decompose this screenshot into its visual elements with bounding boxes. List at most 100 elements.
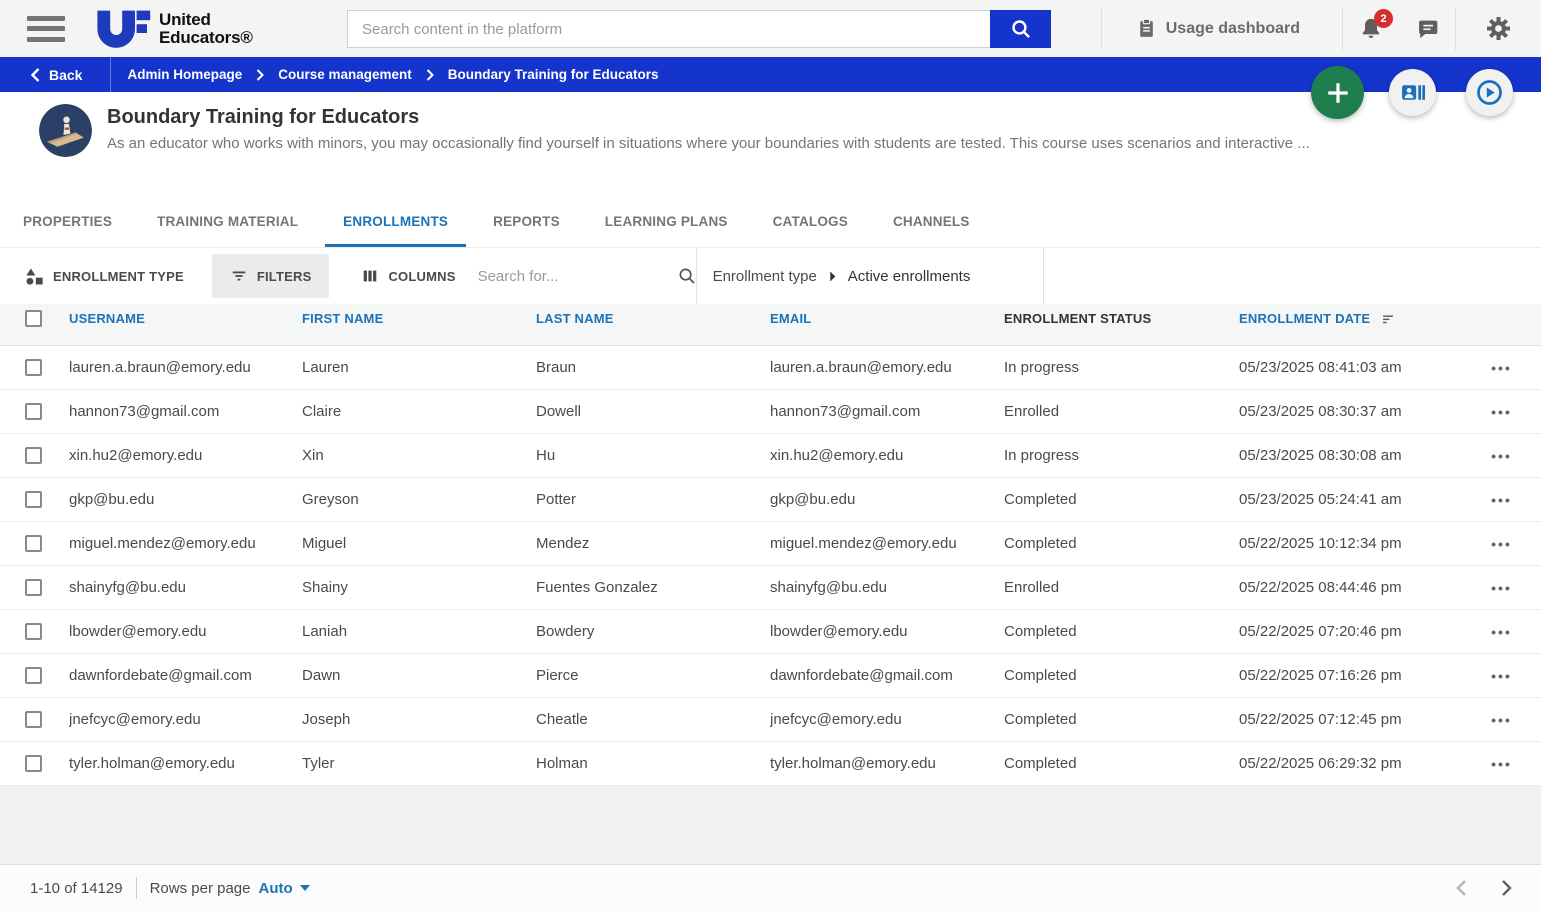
column-header[interactable]: LAST NAME bbox=[536, 311, 770, 326]
play-course-button[interactable] bbox=[1466, 69, 1513, 116]
cell-first-name: Laniah bbox=[302, 623, 348, 640]
course-avatar bbox=[39, 104, 92, 157]
row-menu-button[interactable]: ••• bbox=[1483, 530, 1520, 558]
course-tab[interactable]: CATALOGS bbox=[755, 195, 866, 247]
cell-last-name: Hu bbox=[536, 447, 556, 464]
row-menu-button[interactable]: ••• bbox=[1483, 662, 1520, 690]
next-page-button[interactable] bbox=[1495, 873, 1519, 903]
cell-last-name: Bowdery bbox=[536, 623, 595, 640]
breadcrumb-item[interactable]: Admin Homepage bbox=[127, 67, 242, 82]
table-row[interactable]: hannon73@gmail.com Claire Dowell hannon7… bbox=[0, 390, 1541, 434]
row-checkbox[interactable] bbox=[25, 535, 42, 552]
cell-username: gkp@bu.edu bbox=[69, 491, 155, 508]
row-menu-button[interactable]: ••• bbox=[1483, 706, 1520, 734]
column-header[interactable]: EMAIL bbox=[770, 311, 1004, 326]
brand-logo-text: United Educators® bbox=[159, 9, 253, 47]
global-search bbox=[347, 10, 1051, 48]
table-row[interactable]: tyler.holman@emory.edu Tyler Holman tyle… bbox=[0, 742, 1541, 786]
cell-last-name: Cheatle bbox=[536, 711, 588, 728]
brand-logo: United Educators® bbox=[95, 7, 253, 51]
enrollments-panel-button[interactable] bbox=[1389, 69, 1436, 116]
column-header[interactable]: ENROLLMENT DATE bbox=[1239, 311, 1462, 326]
row-checkbox[interactable] bbox=[25, 447, 42, 464]
notification-badge: 2 bbox=[1374, 9, 1393, 28]
row-checkbox[interactable] bbox=[25, 623, 42, 640]
cell-enrollment-status: In progress bbox=[1004, 359, 1080, 376]
table-row[interactable]: miguel.mendez@emory.edu Miguel Mendez mi… bbox=[0, 522, 1541, 566]
divider bbox=[1042, 248, 1044, 304]
course-tab[interactable]: REPORTS bbox=[475, 195, 578, 247]
usage-dashboard-button[interactable]: Usage dashboard bbox=[1102, 0, 1342, 57]
row-menu-button[interactable]: ••• bbox=[1483, 486, 1520, 514]
filter-path-parent[interactable]: Enrollment type bbox=[713, 268, 817, 285]
column-header[interactable]: FIRST NAME bbox=[302, 311, 536, 326]
course-tab[interactable]: LEARNING PLANS bbox=[587, 195, 746, 247]
column-header[interactable]: USERNAME bbox=[69, 311, 302, 326]
row-checkbox[interactable] bbox=[25, 359, 42, 376]
pager bbox=[1449, 873, 1519, 903]
cell-username: jnefcyc@emory.edu bbox=[69, 711, 201, 728]
global-search-button[interactable] bbox=[990, 10, 1051, 48]
table-body: lauren.a.braun@emory.edu Lauren Braun la… bbox=[0, 346, 1541, 786]
search-icon bbox=[1010, 18, 1032, 40]
enrollment-type-button[interactable]: ENROLLMENT TYPE bbox=[25, 267, 184, 286]
cell-email: lauren.a.braun@emory.edu bbox=[770, 359, 952, 376]
top-header: United Educators® Usage dashboard bbox=[0, 0, 1541, 57]
row-checkbox[interactable] bbox=[25, 579, 42, 596]
divider bbox=[110, 57, 112, 92]
hamburger-menu-icon[interactable] bbox=[27, 15, 65, 42]
sort-icon[interactable] bbox=[1380, 312, 1396, 326]
filter-path-child[interactable]: Active enrollments bbox=[848, 268, 971, 285]
cell-enrollment-date: 05/22/2025 10:12:34 pm bbox=[1239, 535, 1402, 552]
course-tab[interactable]: ENROLLMENTS bbox=[325, 195, 467, 247]
chevron-left-icon bbox=[30, 67, 40, 82]
notifications-button[interactable]: 2 bbox=[1343, 0, 1399, 57]
rows-per-page-select[interactable]: Auto bbox=[258, 880, 310, 897]
previous-page-button[interactable] bbox=[1449, 873, 1473, 903]
course-tab[interactable]: CHANNELS bbox=[875, 195, 988, 247]
back-button[interactable]: Back bbox=[0, 57, 110, 92]
search-icon[interactable] bbox=[677, 266, 697, 286]
row-menu-button[interactable]: ••• bbox=[1483, 574, 1520, 602]
rows-per-page-label: Rows per page bbox=[149, 879, 251, 897]
row-checkbox[interactable] bbox=[25, 491, 42, 508]
usage-dashboard-label: Usage dashboard bbox=[1165, 19, 1300, 37]
cell-email: lbowder@emory.edu bbox=[770, 623, 908, 640]
table-row[interactable]: jnefcyc@emory.edu Joseph Cheatle jnefcyc… bbox=[0, 698, 1541, 742]
cell-enrollment-status: Completed bbox=[1004, 491, 1077, 508]
cell-username: lauren.a.braun@emory.edu bbox=[69, 359, 251, 376]
table-row[interactable]: gkp@bu.edu Greyson Potter gkp@bu.edu Com… bbox=[0, 478, 1541, 522]
settings-button[interactable] bbox=[1456, 0, 1541, 57]
course-tab[interactable]: TRAINING MATERIAL bbox=[139, 195, 316, 247]
chevron-right-icon bbox=[829, 271, 836, 282]
course-tab[interactable]: PROPERTIES bbox=[5, 195, 130, 247]
row-checkbox[interactable] bbox=[25, 755, 42, 772]
cell-enrollment-date: 05/22/2025 07:20:46 pm bbox=[1239, 623, 1402, 640]
column-header[interactable]: ENROLLMENT STATUS bbox=[1004, 311, 1239, 326]
row-menu-button[interactable]: ••• bbox=[1483, 398, 1520, 426]
row-menu-button[interactable]: ••• bbox=[1483, 442, 1520, 470]
table-row[interactable]: lauren.a.braun@emory.edu Lauren Braun la… bbox=[0, 346, 1541, 390]
breadcrumb-item[interactable]: Boundary Training for Educators bbox=[412, 67, 659, 82]
row-checkbox[interactable] bbox=[25, 403, 42, 420]
messages-button[interactable] bbox=[1399, 0, 1455, 57]
chevron-right-icon bbox=[426, 68, 434, 81]
global-search-input[interactable] bbox=[347, 10, 990, 48]
filters-button[interactable]: FILTERS bbox=[211, 254, 330, 298]
select-all-checkbox[interactable] bbox=[25, 310, 42, 327]
row-checkbox[interactable] bbox=[25, 667, 42, 684]
row-menu-button[interactable]: ••• bbox=[1483, 750, 1520, 778]
columns-button[interactable]: COLUMNS bbox=[361, 267, 455, 285]
breadcrumb-item[interactable]: Course management bbox=[242, 67, 412, 82]
table-row[interactable]: lbowder@emory.edu Laniah Bowdery lbowder… bbox=[0, 610, 1541, 654]
table-row[interactable]: xin.hu2@emory.edu Xin Hu xin.hu2@emory.e… bbox=[0, 434, 1541, 478]
table-row[interactable]: dawnfordebate@gmail.com Dawn Pierce dawn… bbox=[0, 654, 1541, 698]
row-checkbox[interactable] bbox=[25, 711, 42, 728]
row-menu-button[interactable]: ••• bbox=[1483, 618, 1520, 646]
table-search-input[interactable] bbox=[477, 267, 677, 285]
cell-enrollment-status: Completed bbox=[1004, 755, 1077, 772]
row-menu-button[interactable]: ••• bbox=[1483, 354, 1520, 382]
table-row[interactable]: shainyfg@bu.edu Shainy Fuentes Gonzalez … bbox=[0, 566, 1541, 610]
caret-down-icon bbox=[299, 885, 310, 891]
add-button[interactable] bbox=[1311, 66, 1364, 119]
